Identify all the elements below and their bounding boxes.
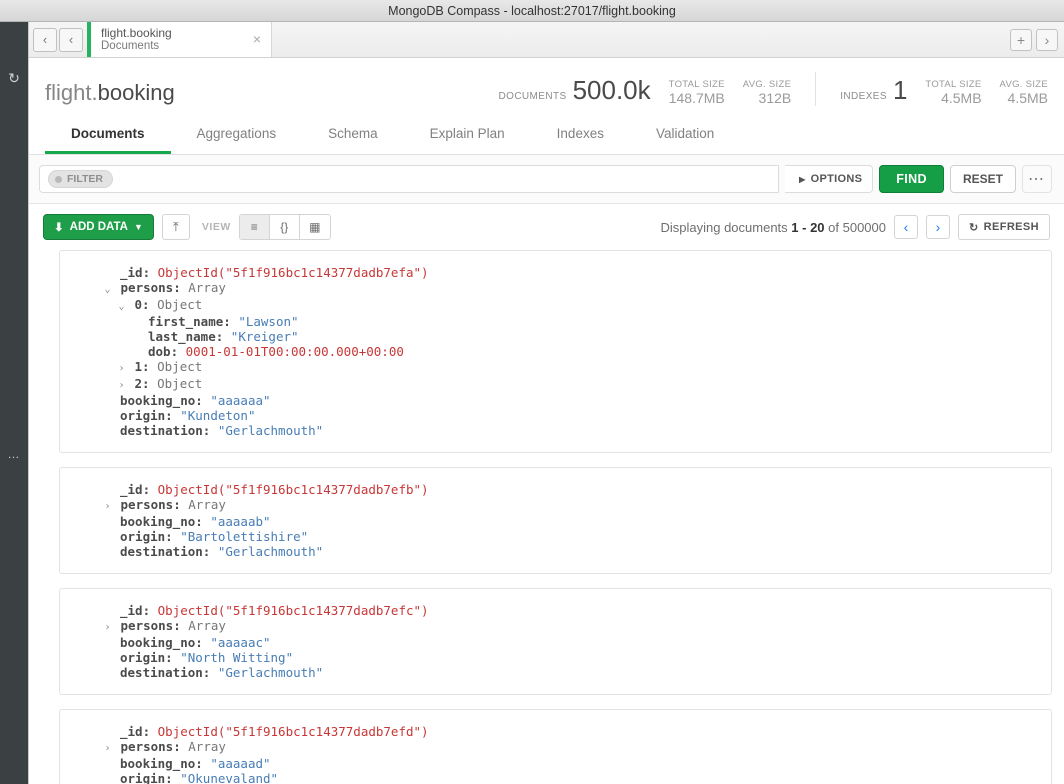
reset-button[interactable]: RESET (950, 165, 1016, 193)
namespace: flight.booking (45, 80, 175, 106)
view-mode-group: ≡ {} ▦ (239, 214, 331, 240)
refresh-icon: ↻ (969, 221, 979, 234)
page-next-button[interactable]: › (926, 215, 950, 239)
view-label: VIEW (202, 221, 231, 233)
document-card[interactable]: _id: ObjectId("5f1f916bc1c14377dadb7efa"… (59, 250, 1052, 453)
nav-back-button[interactable]: ‹ (59, 28, 83, 52)
page-prev-button[interactable]: ‹ (894, 215, 918, 239)
paging-text: Displaying documents 1 - 20 of 500000 (660, 220, 886, 235)
query-more-button[interactable]: ⋯ (1022, 165, 1052, 193)
idx-avg-size-value: 4.5MB (1000, 90, 1048, 106)
refresh-icon[interactable]: ↻ (8, 70, 20, 87)
tab-explain-plan[interactable]: Explain Plan (404, 116, 531, 154)
download-icon: ⬇ (54, 220, 64, 234)
collection-subtabs: Documents Aggregations Schema Explain Pl… (29, 116, 1064, 155)
tab-schema[interactable]: Schema (302, 116, 404, 154)
window-title: MongoDB Compass - localhost:27017/flight… (388, 4, 676, 18)
refresh-button[interactable]: ↻ REFRESH (958, 214, 1050, 240)
avg-size-label: AVG. SIZE (743, 79, 791, 90)
chevron-right-icon[interactable]: › (102, 620, 113, 635)
query-bar: FILTER ▶OPTIONS FIND RESET ⋯ (29, 155, 1064, 204)
tab-indexes[interactable]: Indexes (531, 116, 630, 154)
chevron-right-icon[interactable]: › (102, 499, 113, 514)
view-table-button[interactable]: ▦ (300, 215, 330, 239)
total-size-value: 148.7MB (669, 90, 725, 106)
more-icon[interactable]: … (8, 447, 21, 461)
nav-back-outer-button[interactable]: ‹ (33, 28, 57, 52)
caret-right-icon: ▶ (799, 175, 805, 184)
view-json-button[interactable]: {} (270, 215, 300, 239)
collection-header: flight.booking DOCUMENTS 500.0k TOTAL SI… (29, 58, 1064, 106)
new-tab-button[interactable]: + (1010, 29, 1032, 51)
db-name: flight (45, 80, 91, 105)
left-nav-strip: ↻ … (0, 22, 28, 784)
chevron-right-icon[interactable]: › (102, 741, 113, 756)
filter-pill: FILTER (48, 170, 113, 188)
workspace-tabbar: ‹ ‹ flight.booking Documents × + › (29, 22, 1064, 58)
tab-validation[interactable]: Validation (630, 116, 740, 154)
document-card[interactable]: _id: ObjectId("5f1f916bc1c14377dadb7efb"… (59, 467, 1052, 574)
chevron-down-icon[interactable]: ⌄ (116, 299, 127, 314)
indexes-label: INDEXES (840, 91, 887, 102)
idx-total-size-value: 4.5MB (925, 90, 981, 106)
chevron-down-icon[interactable]: ⌄ (102, 282, 113, 297)
collection-name: booking (98, 80, 175, 105)
list-icon: ≡ (251, 220, 258, 234)
filter-input[interactable]: FILTER (39, 165, 779, 193)
view-list-button[interactable]: ≡ (240, 215, 270, 239)
idx-avg-size-label: AVG. SIZE (1000, 79, 1048, 90)
document-list[interactable]: _id: ObjectId("5f1f916bc1c14377dadb7efa"… (29, 250, 1064, 784)
tab-subtitle: Documents (101, 40, 231, 52)
tab-title: flight.booking (101, 26, 231, 40)
nav-forward-button[interactable]: › (1036, 29, 1058, 51)
documents-count: 500.0k (573, 75, 651, 106)
close-icon[interactable]: × (253, 31, 261, 47)
upload-icon: ⤒ (173, 219, 179, 235)
total-size-label: TOTAL SIZE (669, 79, 725, 90)
window-titlebar: MongoDB Compass - localhost:27017/flight… (0, 0, 1064, 22)
documents-label: DOCUMENTS (499, 91, 567, 102)
documents-toolbar: ⬇ ADD DATA ▼ ⤒ VIEW ≡ {} ▦ Displaying do… (29, 204, 1064, 250)
find-button[interactable]: FIND (879, 165, 944, 193)
idx-total-size-label: TOTAL SIZE (925, 79, 981, 90)
tab-aggregations[interactable]: Aggregations (171, 116, 303, 154)
document-card[interactable]: _id: ObjectId("5f1f916bc1c14377dadb7efc"… (59, 588, 1052, 695)
indexes-count: 1 (893, 75, 907, 106)
table-icon: ▦ (309, 220, 320, 234)
document-card[interactable]: _id: ObjectId("5f1f916bc1c14377dadb7efd"… (59, 709, 1052, 784)
braces-icon: {} (280, 220, 288, 234)
add-data-button[interactable]: ⬇ ADD DATA ▼ (43, 214, 154, 240)
workspace-tab[interactable]: flight.booking Documents × (87, 22, 272, 57)
export-button[interactable]: ⤒ (162, 214, 190, 240)
caret-down-icon: ▼ (134, 222, 143, 232)
tab-documents[interactable]: Documents (45, 116, 171, 154)
chevron-right-icon[interactable]: › (116, 378, 127, 393)
options-button[interactable]: ▶OPTIONS (785, 165, 873, 193)
avg-size-value: 312B (743, 90, 791, 106)
chevron-right-icon[interactable]: › (116, 361, 127, 376)
